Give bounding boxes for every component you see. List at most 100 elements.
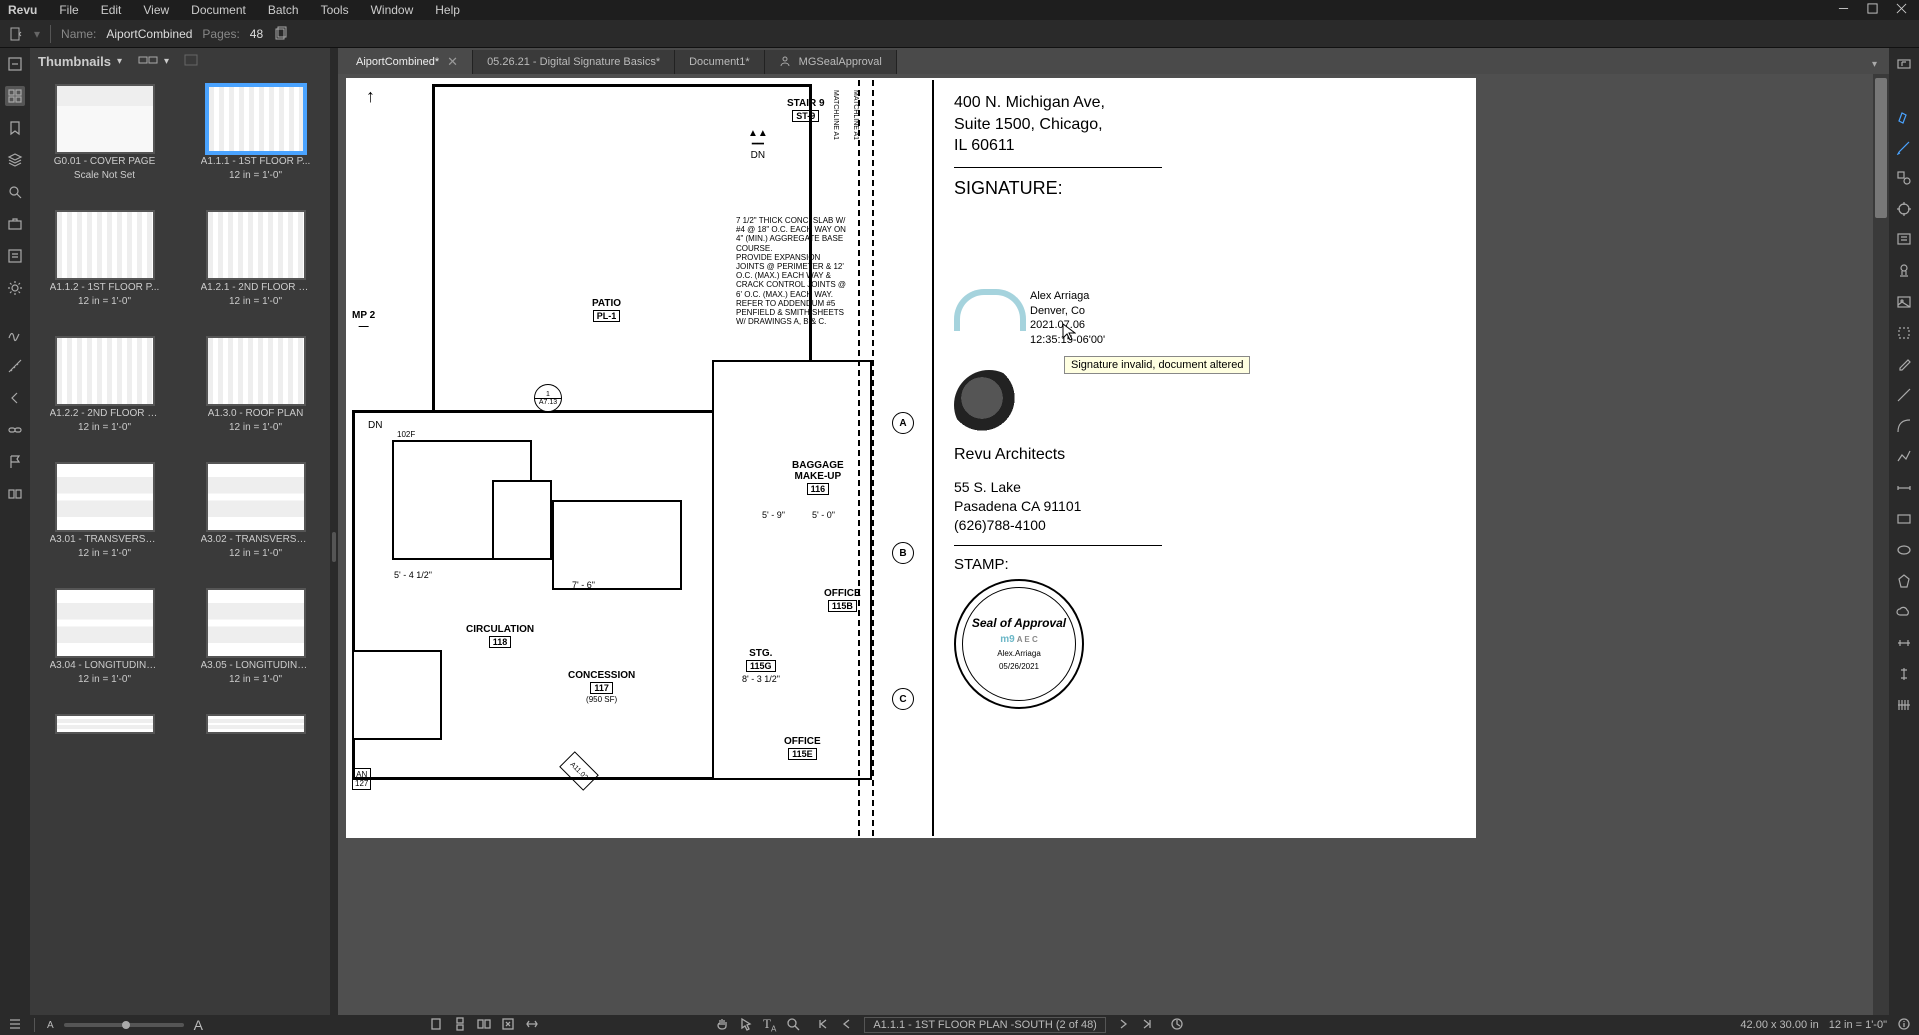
stamp-icon[interactable] — [1894, 261, 1914, 281]
crosshair-icon[interactable] — [1894, 199, 1914, 219]
shapes-icon[interactable] — [1894, 168, 1914, 188]
highlighter-icon[interactable] — [1894, 106, 1914, 126]
select-icon[interactable] — [739, 1017, 753, 1034]
tab-mgseal[interactable]: MGSealApproval — [765, 50, 897, 74]
vertical-scrollbar[interactable] — [1873, 74, 1889, 1015]
digital-signature[interactable]: Alex Arriaga Denver, Co 2021.07.06 12:35… — [954, 289, 1162, 348]
menu-help[interactable]: Help — [435, 3, 460, 17]
thumbnail-item[interactable]: A1.2.1 - 2ND FLOOR P...12 in = 1'-0" — [187, 210, 324, 308]
menu-view[interactable]: View — [143, 3, 169, 17]
measure-icon[interactable] — [5, 356, 25, 376]
menu-window[interactable]: Window — [371, 3, 414, 17]
flag-icon[interactable] — [5, 452, 25, 472]
panel-splitter[interactable] — [330, 48, 338, 1015]
dimension-icon[interactable] — [1894, 478, 1914, 498]
thumbnail-item[interactable]: A1.1.2 - 1ST FLOOR P...12 in = 1'-0" — [36, 210, 173, 308]
arc-icon[interactable] — [1894, 416, 1914, 436]
list-icon[interactable] — [8, 1017, 22, 1034]
tab-document1[interactable]: Document1* — [675, 50, 765, 74]
tabs-overflow-icon[interactable]: ▾ — [1868, 55, 1881, 74]
thumbnail-item[interactable]: A3.01 - TRANSVERSE...12 in = 1'-0" — [36, 462, 173, 560]
thumbnail-item[interactable]: A1.3.0 - ROOF PLAN12 in = 1'-0" — [187, 336, 324, 434]
thumb-scale: Scale Not Set — [74, 170, 135, 182]
thumb-size-slider[interactable] — [64, 1023, 184, 1027]
search-icon[interactable] — [5, 182, 25, 202]
page-indicator[interactable]: A1.1.1 - 1ST FLOOR PLAN -SOUTH (2 of 48) — [864, 1017, 1106, 1033]
close-icon[interactable] — [1896, 3, 1907, 17]
thumb-scale: 12 in = 1'-0" — [229, 170, 282, 182]
thumbnail-item[interactable]: A3.05 - LONGITUDINA...12 in = 1'-0" — [187, 588, 324, 686]
zoom-tool-icon[interactable] — [786, 1017, 800, 1034]
first-page-icon[interactable] — [816, 1017, 830, 1034]
signature-icon[interactable] — [5, 324, 25, 344]
file-access-icon[interactable] — [5, 54, 25, 74]
copy-icon[interactable] — [273, 26, 289, 42]
menu-tools[interactable]: Tools — [321, 3, 349, 17]
zoom-out-a-icon[interactable]: A — [47, 1020, 54, 1031]
rectangle-icon[interactable] — [1894, 509, 1914, 529]
thumbnail-item[interactable] — [36, 714, 173, 734]
count-icon[interactable] — [1894, 695, 1914, 715]
fit-width-icon[interactable] — [525, 1017, 539, 1034]
line-icon[interactable] — [1894, 385, 1914, 405]
forms-icon[interactable] — [5, 246, 25, 266]
thumbnail-item[interactable]: A1.2.2 - 2ND FLOOR P...12 in = 1'-0" — [36, 336, 173, 434]
pan-icon[interactable] — [715, 1017, 729, 1034]
thumbnails-icon[interactable] — [5, 86, 25, 106]
text-box-icon[interactable] — [1894, 54, 1914, 74]
eraser-icon[interactable] — [1894, 354, 1914, 374]
bookmark-icon[interactable] — [5, 118, 25, 138]
thumbnail-item[interactable]: A1.1.1 - 1ST FLOOR P...12 in = 1'-0" — [187, 84, 324, 182]
crop-icon[interactable] — [1894, 323, 1914, 343]
document-tabs: AiportCombined* ✕ 05.26.21 - Digital Sig… — [338, 48, 1889, 74]
settings-icon[interactable] — [5, 278, 25, 298]
ellipse-icon[interactable] — [1894, 540, 1914, 560]
file-icon[interactable] — [8, 26, 24, 42]
thumbnail-item[interactable]: A3.02 - TRANSVERSE...12 in = 1'-0" — [187, 462, 324, 560]
chevron-down-icon[interactable]: ▾ — [164, 56, 169, 67]
fit-page-icon[interactable] — [501, 1017, 515, 1034]
polygon-icon[interactable] — [1894, 571, 1914, 591]
arrow-left-icon[interactable] — [5, 388, 25, 408]
menu-file[interactable]: File — [59, 3, 78, 17]
page-label-icon[interactable] — [183, 53, 199, 70]
thumbnail-item[interactable]: G0.01 - COVER PAGEScale Not Set — [36, 84, 173, 182]
callout-h-icon[interactable] — [1894, 633, 1914, 653]
tab-close-icon[interactable]: ✕ — [447, 54, 458, 70]
layers-icon[interactable] — [5, 150, 25, 170]
links-icon[interactable] — [5, 420, 25, 440]
chevron-down-icon[interactable]: ▾ — [117, 56, 122, 67]
menu-edit[interactable]: Edit — [101, 3, 122, 17]
note-icon[interactable] — [1894, 230, 1914, 250]
minimize-icon[interactable] — [1838, 3, 1849, 17]
maximize-icon[interactable] — [1867, 3, 1878, 17]
pen-icon[interactable] — [1894, 137, 1914, 157]
compare-icon[interactable] — [5, 484, 25, 504]
menu-document[interactable]: Document — [191, 3, 246, 17]
image-icon[interactable] — [1894, 292, 1914, 312]
info-icon[interactable] — [1897, 1017, 1911, 1034]
document-viewport[interactable]: ↑ MP 2— PATIOPL-1 STAIR 9ST-9 ▲▲━━DN 1A7… — [338, 74, 1889, 1015]
last-page-icon[interactable] — [1140, 1017, 1154, 1034]
tab-aiportcombined[interactable]: AiportCombined* ✕ — [342, 50, 473, 74]
toolchest-icon[interactable] — [5, 214, 25, 234]
prev-page-icon[interactable] — [840, 1017, 854, 1034]
text-select-icon[interactable]: TA — [763, 1016, 776, 1034]
single-page-icon[interactable] — [429, 1017, 443, 1034]
continuous-icon[interactable] — [453, 1017, 467, 1034]
thumbnail-item[interactable]: A3.04 - LONGITUDINA...12 in = 1'-0" — [36, 588, 173, 686]
next-page-icon[interactable] — [1116, 1017, 1130, 1034]
scale-icon[interactable] — [1170, 1017, 1184, 1034]
page-layout-icon[interactable] — [138, 53, 158, 70]
thumbnails-title: Thumbnails — [38, 54, 111, 69]
document-info-bar: ▾ Name: AiportCombined Pages: 48 — [0, 20, 1919, 48]
menu-batch[interactable]: Batch — [268, 3, 299, 17]
cloud-icon[interactable] — [1894, 602, 1914, 622]
facing-icon[interactable] — [477, 1017, 491, 1034]
polyline-icon[interactable] — [1894, 447, 1914, 467]
callout-v-icon[interactable] — [1894, 664, 1914, 684]
tab-digital-signature[interactable]: 05.26.21 - Digital Signature Basics* — [473, 50, 675, 74]
thumb-scale: 12 in = 1'-0" — [229, 422, 282, 434]
thumbnail-item[interactable] — [187, 714, 324, 734]
zoom-in-a-icon[interactable]: A — [194, 1017, 203, 1033]
